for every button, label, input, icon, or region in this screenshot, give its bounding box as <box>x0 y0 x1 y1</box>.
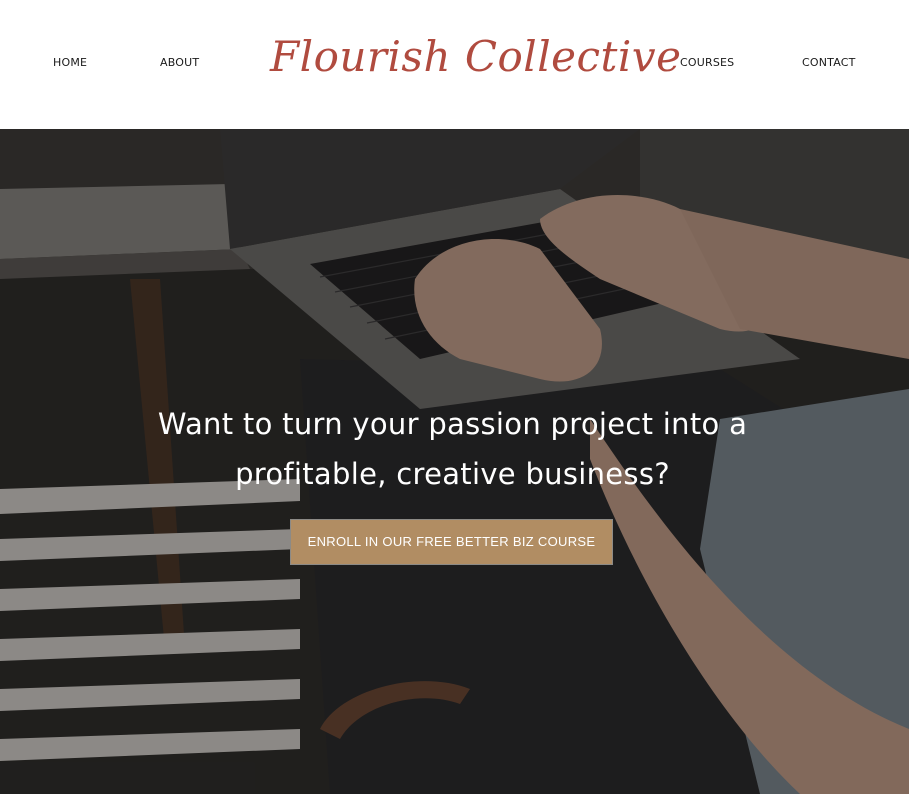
nav-courses-link[interactable]: COURSES <box>680 56 734 69</box>
hero-headline: Want to turn your passion project into a… <box>80 399 825 499</box>
hero-headline-line-2: profitable, creative business? <box>235 457 670 491</box>
enroll-course-button[interactable]: ENROLL IN OUR FREE BETTER BIZ COURSE <box>290 519 613 565</box>
nav-about-link[interactable]: ABOUT <box>160 56 199 69</box>
nav-home-link[interactable]: HOME <box>53 56 87 69</box>
hero-headline-line-1: Want to turn your passion project into a <box>157 407 748 441</box>
hero-section: Want to turn your passion project into a… <box>0 129 909 794</box>
nav-contact-link[interactable]: CONTACT <box>802 56 856 69</box>
site-header: HOME ABOUT Flourish Collective COURSES C… <box>0 0 909 129</box>
site-logo[interactable]: Flourish Collective <box>270 26 681 88</box>
